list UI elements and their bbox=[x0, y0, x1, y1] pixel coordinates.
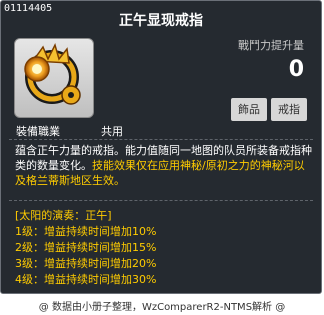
item-icon-frame bbox=[14, 38, 94, 118]
footer-credit: @ 数据由小册子整理，WzComparerR2-NTMS解析 @ bbox=[38, 302, 286, 313]
job-value: 共用 bbox=[101, 125, 123, 138]
set-effect-level: 1级：增益持续时间增加10% bbox=[15, 225, 157, 238]
set-effect-title: [太阳的演奏：正午] bbox=[15, 209, 112, 222]
job-label: 裝備職業 bbox=[16, 125, 60, 138]
set-effect-level: 4级：增益持续时间增加30% bbox=[15, 273, 157, 286]
golden-sun-ring-icon bbox=[24, 42, 81, 105]
tag-accessory: 飾品 bbox=[231, 98, 267, 121]
item-tooltip: 01114405 正午显现戒指 戰鬥力提升量 0 飾品 戒指 裝備職業 共用 蕴… bbox=[0, 0, 322, 294]
item-description: 蕴含正午力量的戒指。能力值随同一地图的队员所装备戒指种类的数量变化。技能效果仅在… bbox=[15, 143, 315, 188]
category-tags: 飾品 戒指 bbox=[231, 98, 307, 121]
power-increase-label: 戰鬥力提升量 bbox=[238, 39, 304, 52]
divider bbox=[9, 139, 313, 140]
divider bbox=[9, 200, 313, 201]
set-effect-level: 3级：增益持续时间增加20% bbox=[15, 257, 157, 270]
tag-ring: 戒指 bbox=[271, 98, 307, 121]
item-name: 正午显现戒指 bbox=[119, 13, 203, 29]
set-effect-level: 2级：增益持续时间增加15% bbox=[15, 241, 157, 254]
power-increase-value: 0 bbox=[288, 57, 304, 82]
